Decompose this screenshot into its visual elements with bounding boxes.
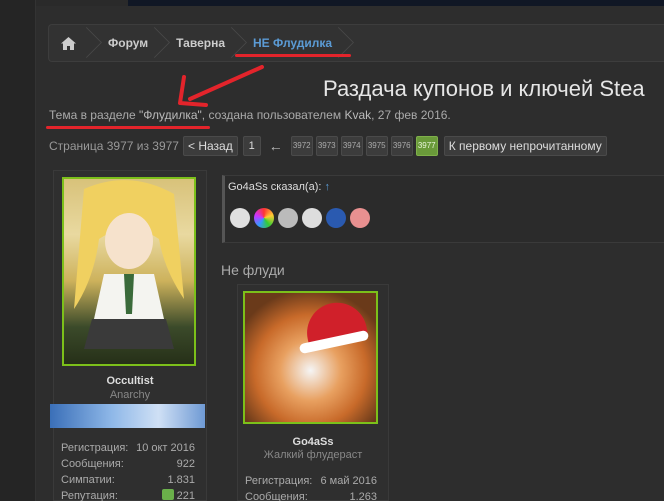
stat-value: 10 окт 2016 bbox=[136, 442, 195, 454]
post1-stat-row: Репутация: 221 bbox=[61, 488, 195, 501]
subtitle-prefix: Тема в разделе bbox=[49, 108, 140, 122]
breadcrumb-forum-label: Форум bbox=[108, 36, 149, 50]
page-3974[interactable]: 3974 bbox=[340, 136, 363, 156]
page-indicator: Страница 3977 из 3977 bbox=[49, 139, 179, 153]
anime-avatar-icon bbox=[74, 180, 184, 349]
heart-icon bbox=[161, 489, 174, 500]
left-sidebar-strip bbox=[0, 0, 36, 501]
annotation-arrow-icon bbox=[178, 65, 264, 107]
page-3972[interactable]: 3972 bbox=[290, 136, 313, 156]
post2-stats: Регистрация: 6 май 2016 Сообщения: 1.263 bbox=[245, 473, 377, 501]
post1-stat-row: Симпатии: 1.831 bbox=[61, 472, 195, 488]
breadcrumb-tavern-label: Таверна bbox=[176, 36, 225, 50]
post2-usertitle: Жалкий флудераст bbox=[263, 449, 363, 461]
breadcrumb-forum[interactable]: Форум bbox=[94, 25, 162, 61]
post1-stat-row: Сообщения: 922 bbox=[61, 456, 195, 472]
left-arrow-icon[interactable]: ← bbox=[269, 138, 283, 154]
post2-stat-row: Регистрация: 6 май 2016 bbox=[245, 473, 377, 489]
home-icon bbox=[61, 36, 76, 50]
post1-username[interactable]: Occultist bbox=[54, 375, 206, 387]
pagination: Страница 3977 из 3977 < Назад 1 ← 3972 3… bbox=[49, 136, 612, 156]
reputation-value: 221 bbox=[176, 490, 195, 501]
first-unread-button[interactable]: К первому непрочитанному bbox=[443, 136, 607, 156]
page-3977-active[interactable]: 3977 bbox=[415, 136, 438, 156]
stat-value: 1.831 bbox=[167, 474, 195, 486]
post2-stat-row: Сообщения: 1.263 bbox=[245, 489, 377, 501]
page-3973[interactable]: 3973 bbox=[315, 136, 338, 156]
post1-user-banner bbox=[50, 404, 205, 428]
stat-label: Регистрация: bbox=[61, 442, 129, 454]
post1-stat-row: Регистрация: 10 окт 2016 bbox=[61, 440, 195, 456]
page-first[interactable]: 1 bbox=[242, 136, 261, 156]
post2-avatar[interactable] bbox=[243, 291, 378, 424]
red-underline-subtitle bbox=[46, 126, 210, 129]
thread-title: Раздача купонов и ключей Stea bbox=[323, 76, 645, 101]
post-message-text: Не флуди bbox=[221, 262, 285, 278]
stat-value: 221 bbox=[161, 488, 195, 501]
smiley-isaac-icon bbox=[350, 208, 370, 228]
smiley-cat-icon bbox=[278, 208, 298, 228]
stat-label: Сообщения: bbox=[61, 458, 124, 470]
quote-header: Go4aSs сказал(а): ↑ bbox=[228, 181, 330, 193]
breadcrumb: Форум Таверна НЕ Флудилка bbox=[48, 24, 664, 62]
stat-label: Симпатии: bbox=[61, 474, 115, 486]
smiley-troll-icon bbox=[302, 208, 322, 228]
stat-label: Репутация: bbox=[61, 490, 118, 501]
post1-usertitle: Anarchy bbox=[109, 389, 151, 401]
prev-page-button[interactable]: < Назад bbox=[182, 136, 238, 156]
subtitle-author-link[interactable]: Kvak bbox=[344, 108, 371, 122]
quote-author: Go4aSs сказал(а): bbox=[228, 181, 322, 193]
page-3975[interactable]: 3975 bbox=[365, 136, 388, 156]
post1-stats: Регистрация: 10 окт 2016 Сообщения: 922 Си… bbox=[61, 440, 195, 501]
breadcrumb-current-label: НЕ Флудилка bbox=[253, 36, 333, 50]
page-3976[interactable]: 3976 bbox=[390, 136, 413, 156]
stat-value: 6 май 2016 bbox=[320, 475, 377, 487]
breadcrumb-home[interactable] bbox=[49, 25, 94, 61]
stat-value: 1.263 bbox=[349, 491, 377, 501]
subtitle-date: , 27 фев 2016. bbox=[371, 108, 451, 122]
post1-avatar[interactable] bbox=[62, 177, 196, 366]
stat-value: 922 bbox=[176, 458, 195, 470]
smiley-face-icon bbox=[230, 208, 250, 228]
smiley-penguin-icon bbox=[326, 208, 346, 228]
smiley-rainbow-icon bbox=[254, 208, 274, 228]
post2-username[interactable]: Go4aSs bbox=[238, 436, 388, 448]
stat-label: Регистрация: bbox=[245, 475, 313, 487]
quote-smileys bbox=[230, 208, 374, 228]
quote-jump-up-icon[interactable]: ↑ bbox=[325, 181, 331, 193]
stat-label: Сообщения: bbox=[245, 491, 308, 501]
